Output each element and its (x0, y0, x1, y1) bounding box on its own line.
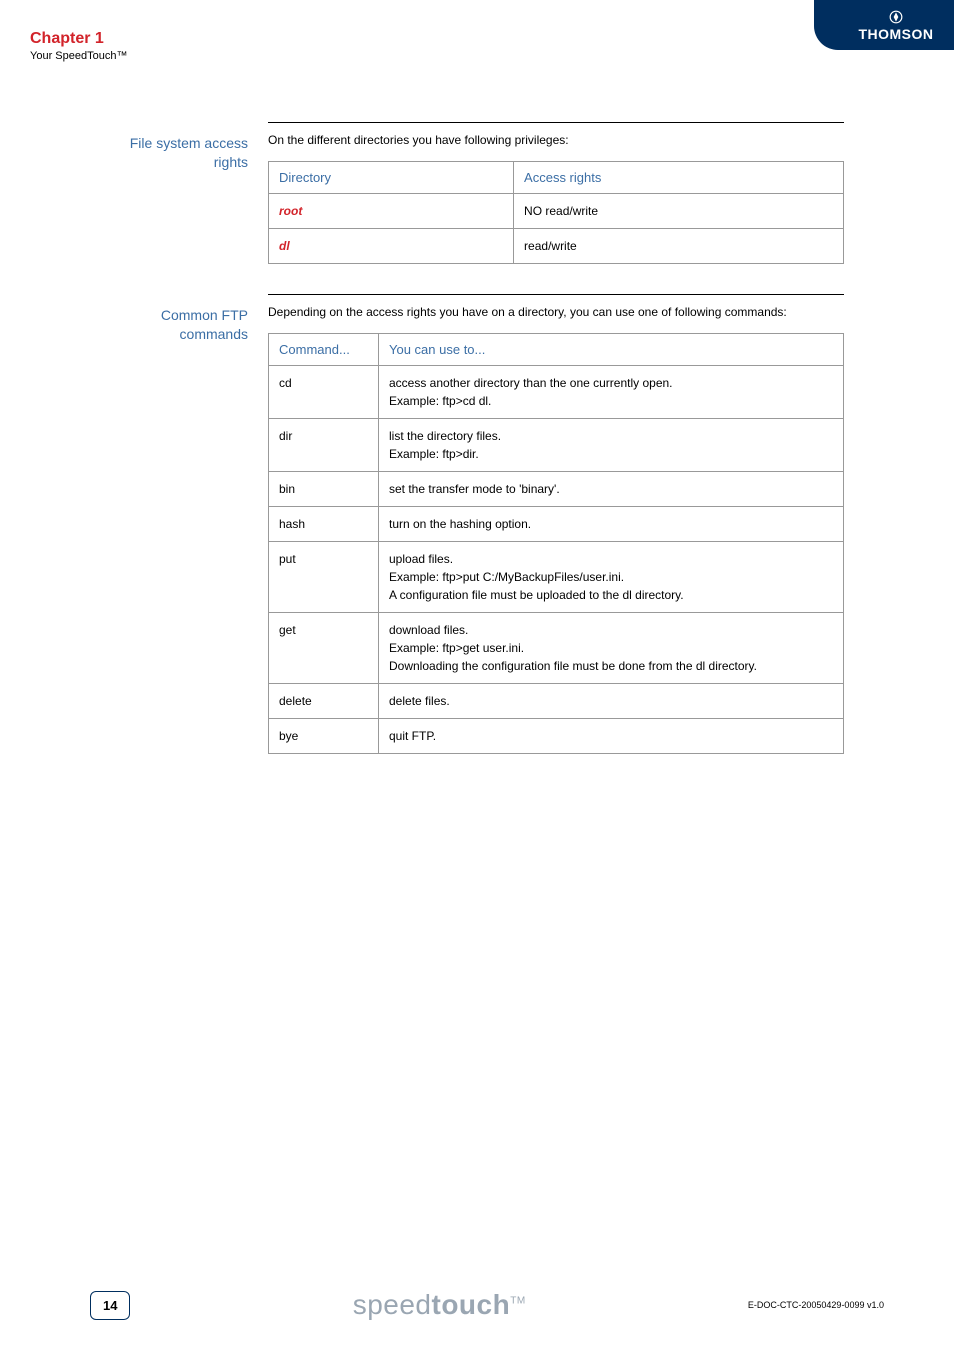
page-number: 14 (90, 1291, 130, 1320)
table-row: binset the transfer mode to 'binary'. (269, 472, 844, 507)
table-row: putupload files. Example: ftp>put C:/MyB… (269, 542, 844, 613)
cell-command: get (269, 613, 379, 684)
col-directory: Directory (269, 162, 514, 194)
section-file-access: File system access rights On the differe… (30, 122, 844, 264)
cell-command: cd (269, 366, 379, 419)
cell-use: set the transfer mode to 'binary'. (379, 472, 844, 507)
table-row: rootNO read/write (269, 194, 844, 229)
doc-id: E-DOC-CTC-20050429-0099 v1.0 (748, 1300, 884, 1310)
section-label-ftp: Common FTP commands (30, 294, 268, 754)
section-body-ftp: Depending on the access rights you have … (268, 294, 844, 754)
cell-directory: dl (269, 229, 514, 264)
page-content: File system access rights On the differe… (0, 62, 954, 754)
cell-use: upload files. Example: ftp>put C:/MyBack… (379, 542, 844, 613)
table-row: getdownload files. Example: ftp>get user… (269, 613, 844, 684)
cell-use: access another directory than the one cu… (379, 366, 844, 419)
section-body-file-access: On the different directories you have fo… (268, 122, 844, 264)
table-row: hashturn on the hashing option. (269, 507, 844, 542)
chapter-title: Chapter 1 (30, 30, 127, 48)
cell-command: delete (269, 684, 379, 719)
cell-rights: read/write (514, 229, 844, 264)
thomson-logo: THOMSON (854, 10, 938, 42)
table-header-row: Directory Access rights (269, 162, 844, 194)
table-row: byequit FTP. (269, 719, 844, 754)
section-label-file-access: File system access rights (30, 122, 268, 264)
section-ftp-commands: Common FTP commands Depending on the acc… (30, 294, 844, 754)
cell-command: bye (269, 719, 379, 754)
table-header-row: Command... You can use to... (269, 334, 844, 366)
logo-part-bold: touch (432, 1289, 511, 1320)
speedtouch-logo: speedtouchTM (353, 1289, 526, 1321)
file-access-intro: On the different directories you have fo… (268, 133, 844, 147)
col-command: Command... (269, 334, 379, 366)
cell-use: delete files. (379, 684, 844, 719)
table-row: dlread/write (269, 229, 844, 264)
cell-use: download files. Example: ftp>get user.in… (379, 613, 844, 684)
brand-badge: THOMSON (814, 0, 954, 50)
col-use: You can use to... (379, 334, 844, 366)
cell-command: dir (269, 419, 379, 472)
header-left: Chapter 1 Your SpeedTouch™ (0, 0, 127, 62)
cell-directory: root (269, 194, 514, 229)
table-row: cdaccess another directory than the one … (269, 366, 844, 419)
page-footer: 14 speedtouchTM E-DOC-CTC-20050429-0099 … (0, 1289, 954, 1321)
thomson-icon (889, 10, 903, 24)
file-access-table: Directory Access rights rootNO read/writ… (268, 161, 844, 264)
ftp-intro: Depending on the access rights you have … (268, 305, 844, 319)
logo-part-light: speed (353, 1289, 432, 1320)
chapter-subtitle: Your SpeedTouch™ (30, 50, 127, 62)
table-row: dirlist the directory files. Example: ft… (269, 419, 844, 472)
brand-text: THOMSON (858, 26, 933, 42)
cell-command: hash (269, 507, 379, 542)
cell-use: turn on the hashing option. (379, 507, 844, 542)
cell-use: quit FTP. (379, 719, 844, 754)
col-access-rights: Access rights (514, 162, 844, 194)
cell-command: bin (269, 472, 379, 507)
cell-use: list the directory files. Example: ftp>d… (379, 419, 844, 472)
table-row: deletedelete files. (269, 684, 844, 719)
page-header: Chapter 1 Your SpeedTouch™ THOMSON (0, 0, 954, 62)
ftp-commands-table: Command... You can use to... cdaccess an… (268, 333, 844, 754)
cell-command: put (269, 542, 379, 613)
cell-rights: NO read/write (514, 194, 844, 229)
logo-tm: TM (510, 1296, 525, 1307)
